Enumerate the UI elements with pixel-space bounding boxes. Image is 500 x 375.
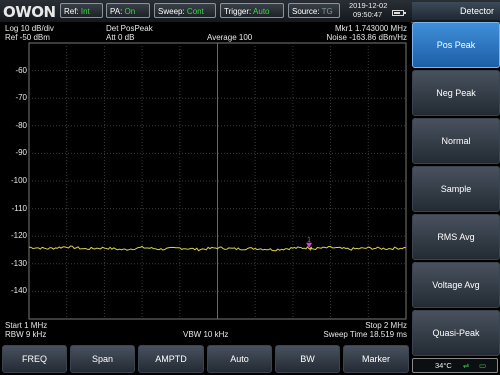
voltage-avg-button[interactable]: Voltage Avg bbox=[412, 262, 500, 308]
stop-freq: Stop 2 MHz bbox=[365, 321, 407, 330]
auto-button[interactable]: Auto bbox=[207, 345, 272, 373]
menu-title: Detector bbox=[412, 2, 500, 20]
temperature-status: 34°C ⇌ ▭ bbox=[412, 358, 498, 373]
sweep-time: Sweep Time 18.519 ms bbox=[323, 330, 407, 339]
source-label: Source: bbox=[292, 7, 320, 16]
neg-peak-button[interactable]: Neg Peak bbox=[412, 70, 500, 116]
normal-button[interactable]: Normal bbox=[412, 118, 500, 164]
trigger-label: Trigger: bbox=[224, 7, 252, 16]
ref-status[interactable]: Ref: Int bbox=[60, 3, 103, 18]
brand-logo: OWON bbox=[3, 3, 56, 21]
pos-peak-button[interactable]: Pos Peak bbox=[412, 22, 500, 68]
sweep-status[interactable]: Sweep: Cont bbox=[154, 3, 216, 18]
marker-1: 1 bbox=[306, 237, 313, 248]
usb-icon: ⇌ bbox=[463, 361, 470, 370]
sweep-label: Sweep: bbox=[158, 7, 185, 16]
pa-value: On bbox=[124, 7, 136, 16]
pa-label: PA: bbox=[110, 7, 123, 16]
plot-grid bbox=[29, 43, 406, 319]
source-value: TG bbox=[321, 7, 333, 16]
sample-button[interactable]: Sample bbox=[412, 166, 500, 212]
trigger-status[interactable]: Trigger: Auto bbox=[220, 3, 284, 18]
spectrum-screen: Log 10 dB/div Ref -50 dBm Det PosPeak At… bbox=[0, 22, 411, 342]
date-text: 2019-12-02 bbox=[349, 1, 388, 10]
top-status-bar: OWON Ref: Int PA: On Sweep: Cont Trigger… bbox=[0, 0, 500, 23]
date-time: 2019-12-02 09:50:47 bbox=[349, 1, 387, 19]
span-button[interactable]: Span bbox=[70, 345, 135, 373]
spectrum-plot: 1 bbox=[28, 42, 407, 320]
time-text: 09:50:47 bbox=[353, 10, 383, 19]
pa-status[interactable]: PA: On bbox=[106, 3, 150, 18]
source-status[interactable]: Source: TG bbox=[288, 3, 340, 18]
quasi-peak-button[interactable]: Quasi-Peak bbox=[412, 310, 500, 356]
rms-avg-button[interactable]: RMS Avg bbox=[412, 214, 500, 260]
trigger-value: Auto bbox=[253, 7, 270, 16]
battery-icon bbox=[392, 10, 406, 16]
marker-label: 1 bbox=[307, 237, 311, 244]
freq-button[interactable]: FREQ bbox=[2, 345, 67, 373]
rbw-text: RBW 9 kHz bbox=[5, 330, 47, 339]
vbw-text: VBW 10 kHz bbox=[183, 330, 229, 339]
network-icon: ▭ bbox=[479, 361, 487, 370]
bw-button[interactable]: BW bbox=[275, 345, 340, 373]
temperature-text: 34°C bbox=[435, 361, 452, 370]
ref-label: Ref: bbox=[64, 7, 79, 16]
start-freq: Start 1 MHz bbox=[5, 321, 48, 330]
sweep-value: Cont bbox=[186, 7, 204, 16]
marker-button[interactable]: Marker bbox=[343, 345, 409, 373]
ref-value: Int bbox=[80, 7, 90, 16]
amptd-button[interactable]: AMPTD bbox=[138, 345, 204, 373]
